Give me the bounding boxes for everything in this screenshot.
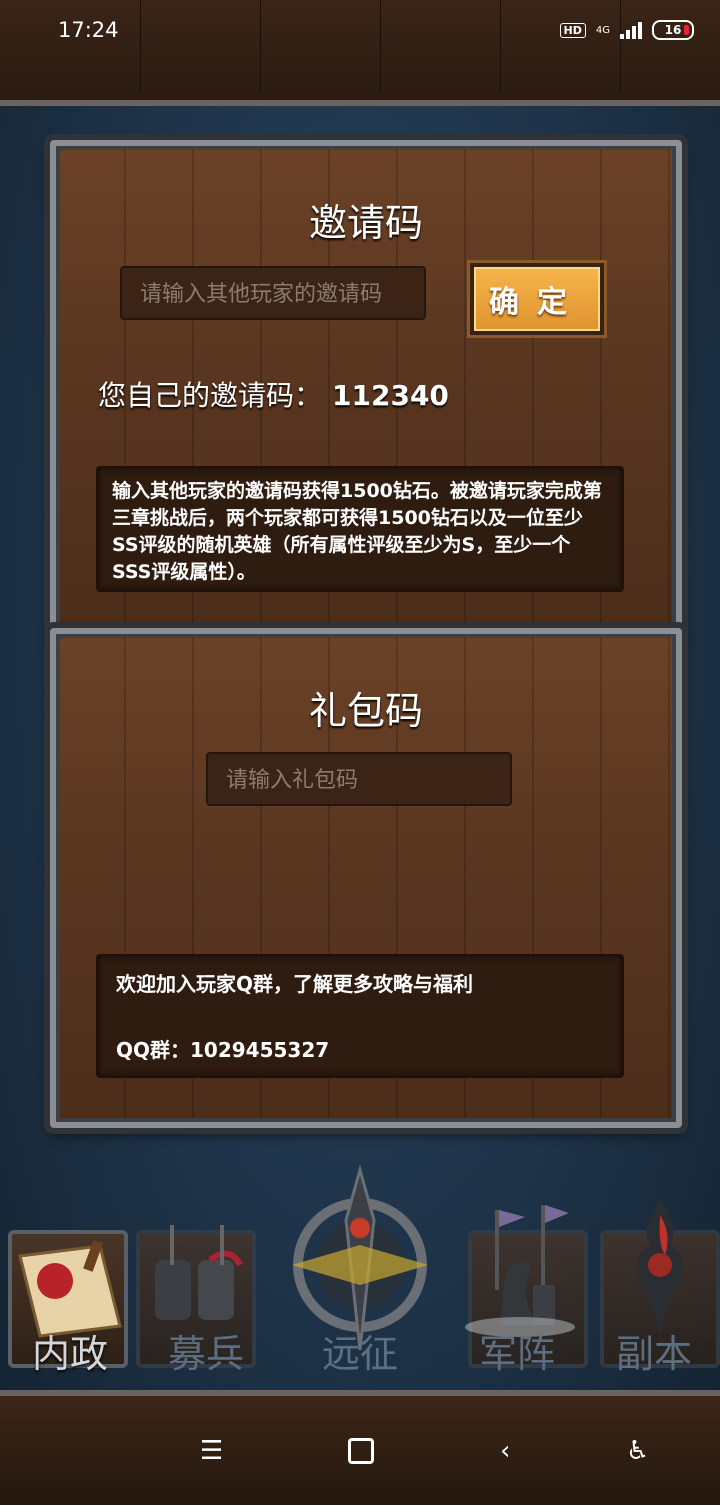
system-nav-bar: ☰ ‹ ♿ — [0, 1390, 720, 1505]
my-invite-code: 您自己的邀请码： 112340 — [98, 374, 449, 414]
qq-welcome-text: 欢迎加入玩家Q群，了解更多攻略与福利 — [116, 972, 474, 996]
knights-icon — [155, 1225, 243, 1320]
tab-recruit[interactable]: 募兵 — [136, 1323, 276, 1378]
gift-code-input[interactable]: 请输入礼包码 — [206, 752, 512, 806]
invite-panel: 邀请码 请输入其他玩家的邀请码 确定 您自己的邀请码： 112340 输入其他玩家… — [50, 140, 682, 640]
tab-internal[interactable]: 内政 — [0, 1323, 140, 1378]
tab-dungeon[interactable]: 副本 — [584, 1323, 720, 1378]
invite-description: 输入其他玩家的邀请码获得1500钻石。被邀请玩家完成第三章挑战后，两个玩家都可获… — [96, 466, 624, 592]
battery-icon: 16 — [652, 20, 694, 40]
gift-panel: 礼包码 请输入礼包码 欢迎加入玩家Q群，了解更多攻略与福利 QQ群：102945… — [50, 628, 682, 1128]
status-bar: 17:24 HD 4G 16 — [0, 0, 720, 106]
gift-title: 礼包码 — [308, 689, 423, 733]
my-code-label: 您自己的邀请码： — [98, 379, 323, 412]
network-type: 4G — [595, 24, 610, 36]
confirm-button[interactable]: 确定 — [470, 263, 604, 335]
my-code-value: 112340 — [332, 379, 449, 412]
qq-group-info: 欢迎加入玩家Q群，了解更多攻略与福利 QQ群：1029455327 — [96, 954, 624, 1078]
back-icon[interactable]: ‹ — [500, 1436, 510, 1466]
menu-icon[interactable]: ☰ — [200, 1436, 223, 1466]
tab-formation[interactable]: 军阵 — [447, 1323, 587, 1378]
qq-group-number: QQ群：1029455327 — [116, 1038, 330, 1062]
tab-expedition[interactable]: 远征 — [290, 1323, 430, 1378]
status-time: 17:24 — [58, 18, 119, 42]
hd-indicator: HD — [559, 22, 586, 38]
home-icon[interactable] — [348, 1438, 374, 1464]
signal-icon — [620, 21, 642, 39]
accessibility-icon[interactable]: ♿ — [626, 1436, 649, 1466]
invite-title: 邀请码 — [308, 201, 423, 245]
game-nav: 内政 募兵 远征 军阵 副本 — [0, 1150, 720, 1390]
invite-code-input[interactable]: 请输入其他玩家的邀请码 — [120, 266, 426, 320]
